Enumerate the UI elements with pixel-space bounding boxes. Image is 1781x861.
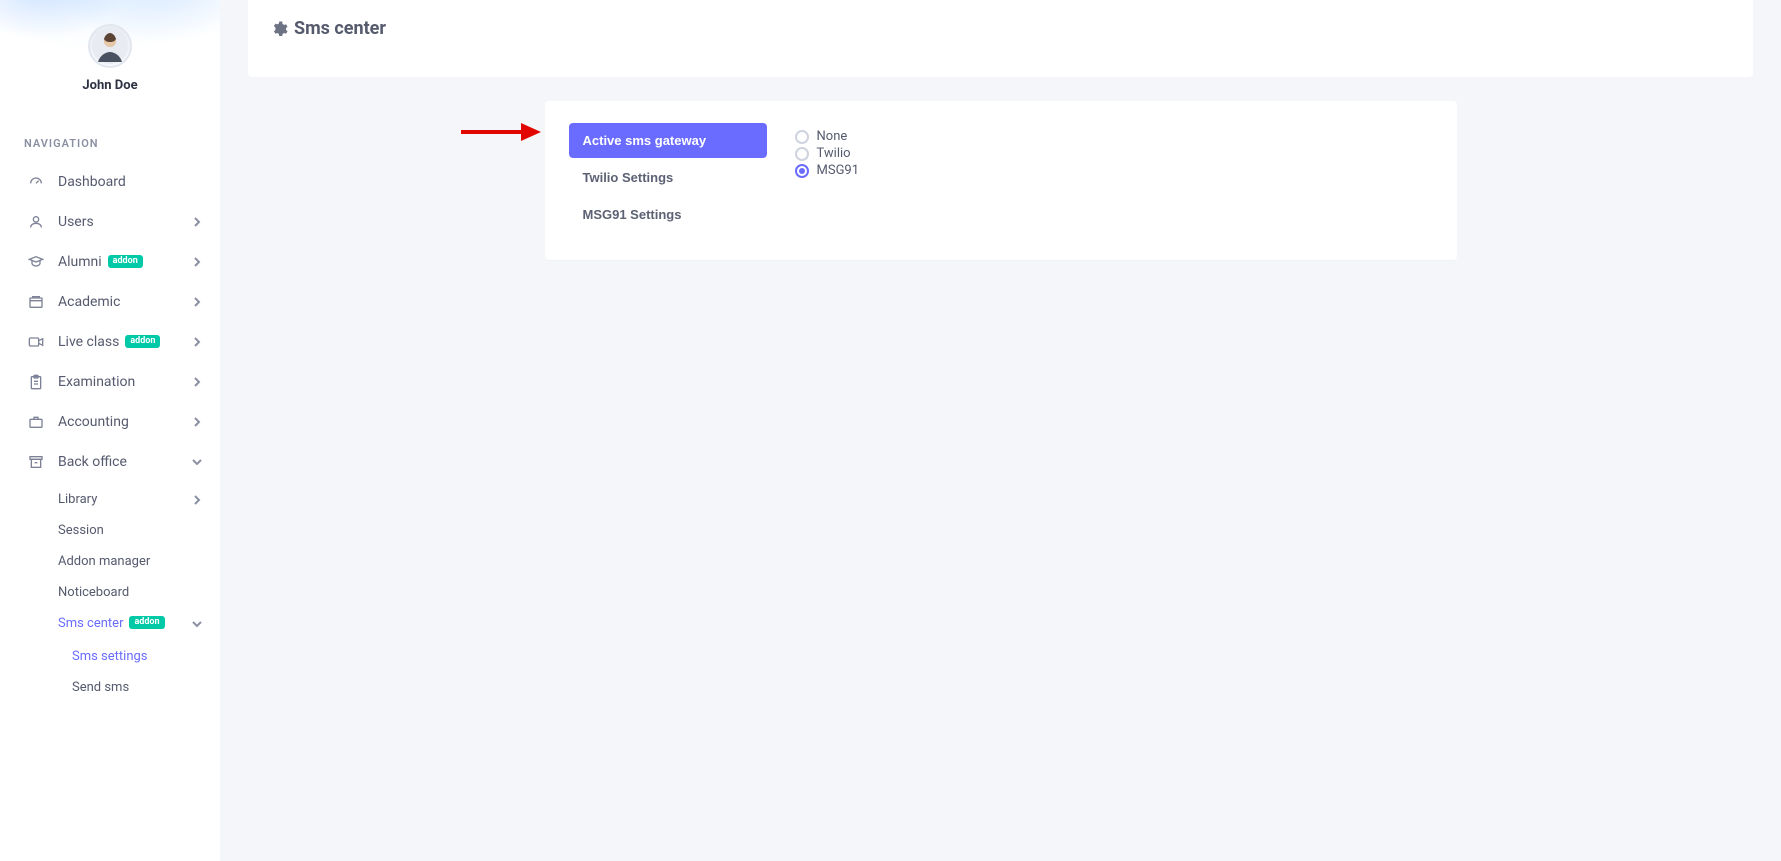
nav-item-alumni[interactable]: Alumni addon [0, 242, 220, 282]
avatar-image [92, 28, 128, 64]
chevron-right-icon [192, 377, 202, 387]
radio-icon [795, 130, 809, 144]
gear-icon [270, 20, 288, 38]
annotation-arrow [459, 121, 541, 143]
radio-icon [795, 164, 809, 178]
profile-block: John Doe [0, 0, 220, 93]
alumni-icon [28, 254, 44, 270]
avatar[interactable] [88, 24, 132, 68]
subnav-item-noticeboard[interactable]: Noticeboard [0, 577, 220, 608]
nav-item-accounting[interactable]: Accounting [0, 402, 220, 442]
nav-item-dashboard[interactable]: Dashboard [0, 162, 220, 202]
chevron-right-icon [192, 297, 202, 307]
nav-label: Alumni [58, 254, 102, 270]
tab-msg91-settings[interactable]: MSG91 Settings [569, 197, 767, 232]
subnav-label: Session [58, 523, 104, 538]
nav-item-back-office[interactable]: Back office [0, 442, 220, 482]
nav-item-users[interactable]: Users [0, 202, 220, 242]
page-header: Sms center [248, 0, 1753, 77]
nav-list: Dashboard Users Alumni addon [0, 158, 220, 731]
nav-label: Live class [58, 334, 119, 350]
subnav-label: Noticeboard [58, 585, 129, 600]
archive-icon [28, 454, 44, 470]
subsubnav-item-send-sms[interactable]: Send sms [0, 672, 220, 703]
subnav-item-sms-center[interactable]: Sms center addon [0, 608, 220, 639]
settings-card: Active sms gateway Twilio Settings MSG91… [545, 101, 1457, 260]
subnav-label: Addon manager [58, 554, 150, 569]
settings-body: None Twilio MSG91 [795, 123, 860, 234]
academic-icon [28, 294, 44, 310]
briefcase-icon [28, 414, 44, 430]
radio-option-msg91[interactable]: MSG91 [795, 163, 860, 178]
subsubnav-label: Sms settings [72, 649, 148, 664]
addon-badge: addon [129, 616, 164, 629]
sidebar: John Doe NAVIGATION Dashboard Users Alum… [0, 0, 220, 861]
nav-label: Users [58, 214, 94, 230]
user-name: John Doe [0, 78, 220, 93]
clipboard-icon [28, 374, 44, 390]
nav-item-examination[interactable]: Examination [0, 362, 220, 402]
chevron-right-icon [192, 337, 202, 347]
chevron-right-icon [192, 257, 202, 267]
radio-option-twilio[interactable]: Twilio [795, 146, 860, 161]
subnav-item-library[interactable]: Library [0, 484, 220, 515]
back-office-submenu: Library Session Addon manager Noticeboar… [0, 482, 220, 711]
addon-badge: addon [125, 335, 160, 348]
addon-badge: addon [108, 255, 143, 268]
nav-item-academic[interactable]: Academic [0, 282, 220, 322]
radio-icon [795, 147, 809, 161]
nav-label: Examination [58, 374, 135, 390]
video-icon [28, 334, 44, 350]
main-content: Sms center Active sms gateway Twilio Set… [220, 0, 1781, 861]
subnav-label: Library [58, 492, 97, 507]
radio-label: Twilio [817, 146, 851, 161]
nav-label: Accounting [58, 414, 129, 430]
settings-tabs: Active sms gateway Twilio Settings MSG91… [569, 123, 767, 234]
radio-option-none[interactable]: None [795, 129, 860, 144]
chevron-right-icon [192, 217, 202, 227]
tab-active-gateway[interactable]: Active sms gateway [569, 123, 767, 158]
nav-item-live-class[interactable]: Live class addon [0, 322, 220, 362]
chevron-right-icon [192, 495, 202, 505]
nav-label: Academic [58, 294, 120, 310]
dashboard-icon [28, 174, 44, 190]
nav-section-title: NAVIGATION [0, 129, 220, 158]
subnav-label: Sms center [58, 616, 123, 631]
nav-label: Back office [58, 454, 127, 470]
subsubnav-item-sms-settings[interactable]: Sms settings [0, 641, 220, 672]
chevron-down-icon [192, 457, 202, 467]
subnav-item-addon-manager[interactable]: Addon manager [0, 546, 220, 577]
page-title: Sms center [294, 18, 386, 39]
tab-twilio-settings[interactable]: Twilio Settings [569, 160, 767, 195]
radio-label: None [817, 129, 848, 144]
chevron-right-icon [192, 417, 202, 427]
sms-center-submenu: Sms settings Send sms [0, 639, 220, 707]
subsubnav-label: Send sms [72, 680, 129, 695]
subnav-item-session[interactable]: Session [0, 515, 220, 546]
users-icon [28, 214, 44, 230]
nav-label: Dashboard [58, 174, 126, 190]
radio-label: MSG91 [817, 163, 860, 178]
chevron-down-icon [192, 619, 202, 629]
